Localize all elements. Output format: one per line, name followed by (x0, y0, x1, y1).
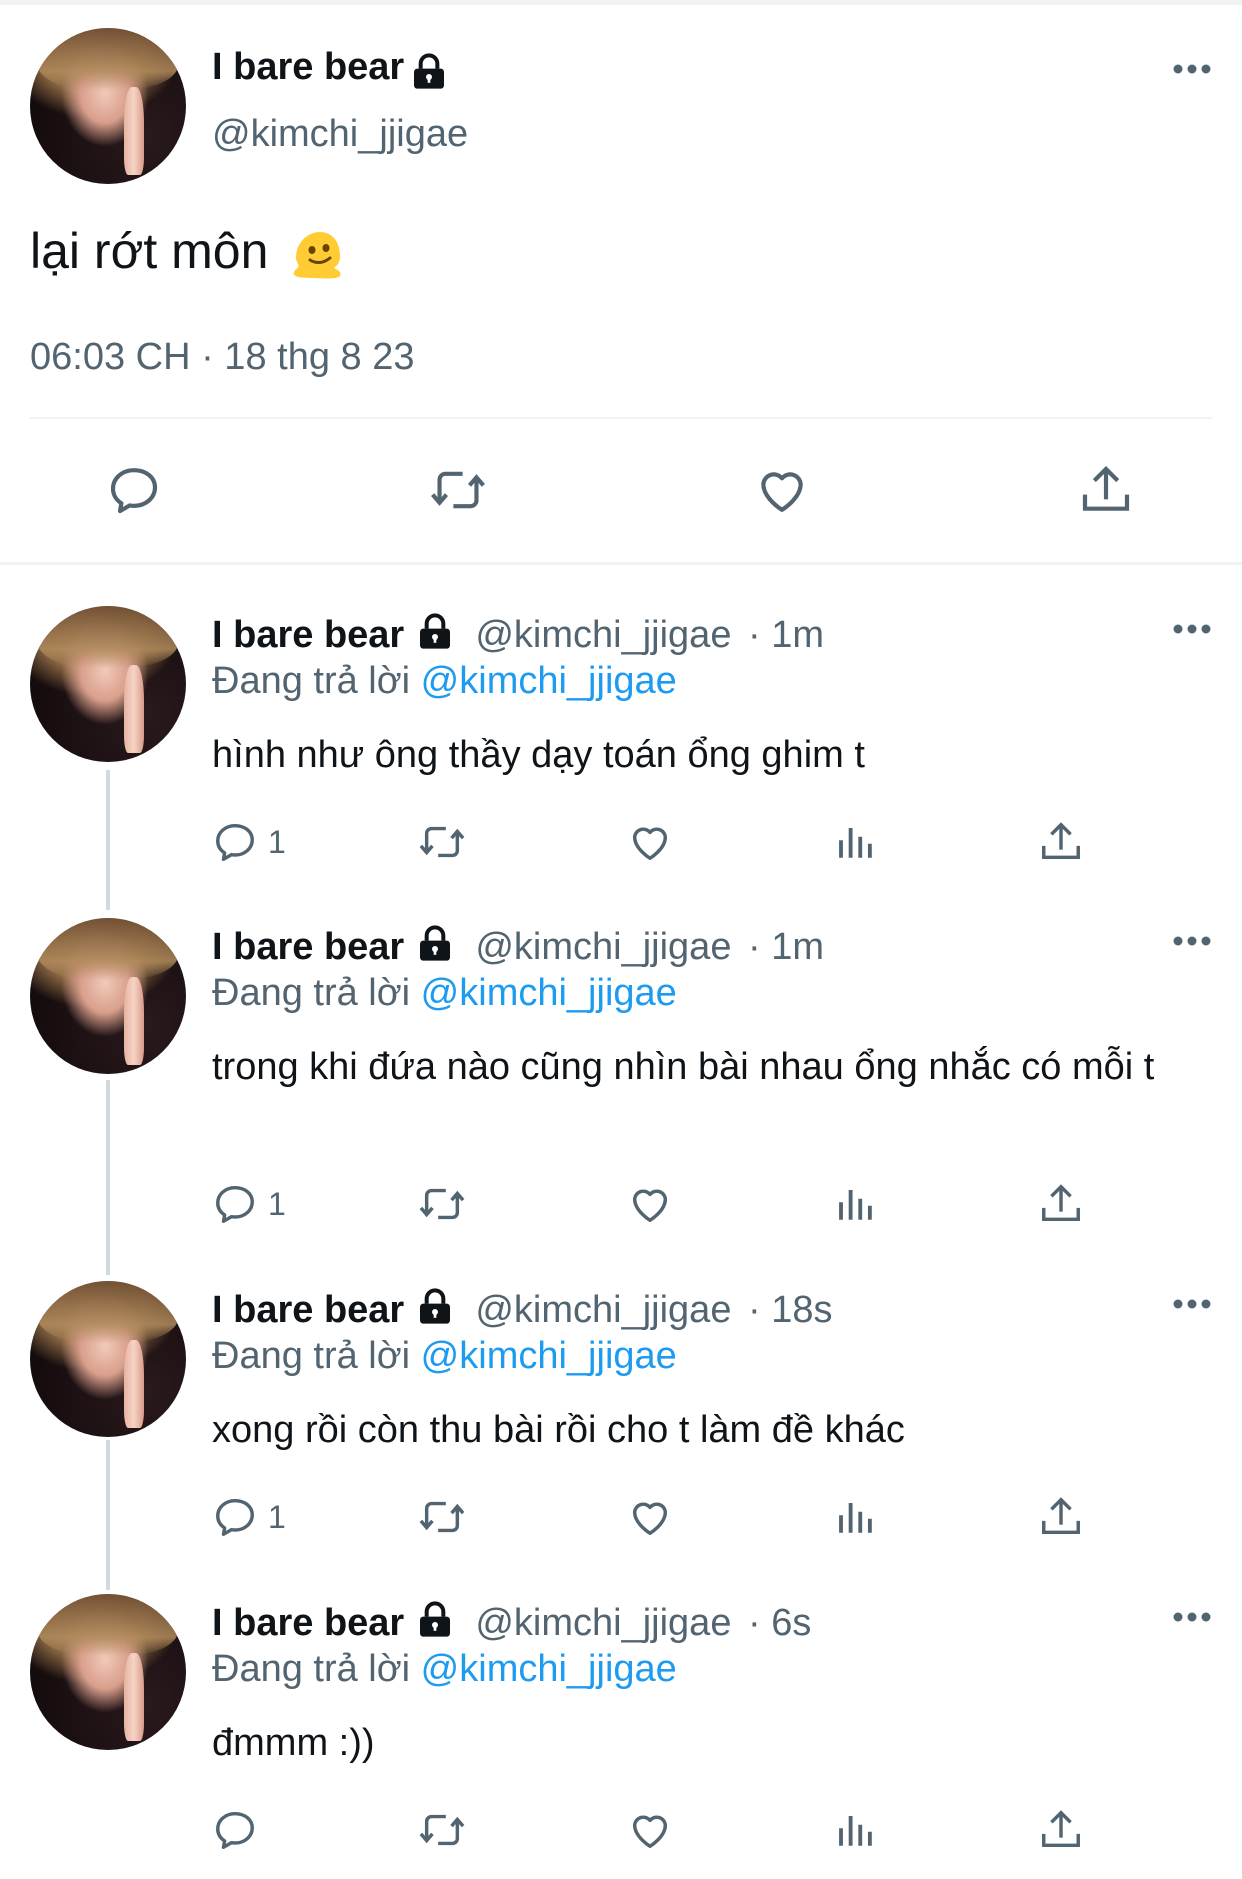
heart-icon[interactable] (626, 1802, 674, 1858)
share-icon[interactable] (1038, 814, 1084, 870)
tweet-text: lại rớt môn (30, 222, 344, 282)
melting-face-emoji (290, 228, 344, 282)
reply-action-bar: 1 (0, 814, 1242, 870)
avatar[interactable] (30, 606, 186, 762)
reply-count: 1 (268, 1185, 286, 1222)
share-icon[interactable] (1038, 1176, 1084, 1232)
reply-text: xong rồi còn thu bài rồi cho t làm đề kh… (212, 1409, 905, 1451)
more-icon[interactable] (1172, 1297, 1212, 1316)
reply-header: I bare bear @kimchi_jjigae · 6s (212, 1600, 811, 1650)
handle[interactable]: @kimchi_jjigae (475, 926, 731, 968)
reply-text: trong khi đứa nào cũng nhìn bài nhau ổng… (212, 1046, 1155, 1088)
reply-button[interactable]: 1 (212, 814, 286, 870)
analytics-icon[interactable] (834, 1802, 876, 1858)
replying-to: Đang trả lời @kimchi_jjigae (212, 1648, 677, 1691)
retweet-icon[interactable] (416, 1802, 468, 1858)
main-author[interactable]: I bare bear (212, 46, 449, 97)
heart-icon[interactable] (626, 1176, 674, 1232)
more-icon[interactable] (1172, 1610, 1212, 1629)
reply-text: hình như ông thầy dạy toán ổng ghim t (212, 734, 865, 776)
display-name[interactable]: I bare bear (212, 1289, 404, 1331)
reply-icon[interactable] (104, 460, 164, 520)
divider (30, 417, 1212, 419)
reply-tweet[interactable]: I bare bear @kimchi_jjigae · 18s Đang tr… (0, 1281, 1242, 1551)
reply-header: I bare bear @kimchi_jjigae · 1m (212, 612, 824, 662)
replying-label: Đang trả lời (212, 660, 411, 702)
mention-link[interactable]: @kimchi_jjigae (421, 1335, 677, 1377)
reply-action-bar: 1 (0, 1176, 1242, 1232)
replying-to: Đang trả lời @kimchi_jjigae (212, 1335, 677, 1378)
reply-icon (216, 1498, 254, 1536)
more-icon[interactable] (1172, 622, 1212, 641)
avatar[interactable] (30, 918, 186, 1074)
more-icon[interactable] (1172, 62, 1212, 81)
handle[interactable]: @kimchi_jjigae (212, 113, 468, 156)
analytics-icon[interactable] (834, 1176, 876, 1232)
reply-time[interactable]: · 6s (748, 1602, 811, 1644)
heart-icon[interactable] (626, 814, 674, 870)
reply-tweet[interactable]: I bare bear @kimchi_jjigae · 1m Đang trả… (0, 606, 1242, 876)
share-icon[interactable] (1038, 1489, 1084, 1545)
replying-label: Đang trả lời (212, 1648, 411, 1690)
reply-header: I bare bear @kimchi_jjigae · 18s (212, 1287, 833, 1337)
reply-time[interactable]: · 1m (748, 926, 824, 968)
share-icon[interactable] (1076, 460, 1136, 520)
lock-icon (415, 612, 455, 662)
reply-button[interactable] (212, 1802, 268, 1858)
reply-button[interactable]: 1 (212, 1489, 286, 1545)
avatar[interactable] (30, 1594, 186, 1750)
reply-text: đmmm :)) (212, 1722, 375, 1764)
handle[interactable]: @kimchi_jjigae (475, 614, 731, 656)
reply-icon (216, 1811, 254, 1849)
display-name[interactable]: I bare bear (212, 926, 404, 968)
reply-time[interactable]: · 18s (748, 1289, 832, 1331)
reply-action-bar: 1 (0, 1489, 1242, 1545)
reply-header: I bare bear @kimchi_jjigae · 1m (212, 924, 824, 974)
reply-button[interactable]: 1 (212, 1176, 286, 1232)
replying-label: Đang trả lời (212, 1335, 411, 1377)
tweet-text-content: lại rớt môn (30, 223, 269, 279)
analytics-icon[interactable] (834, 814, 876, 870)
retweet-icon[interactable] (416, 1176, 468, 1232)
handle[interactable]: @kimchi_jjigae (475, 1289, 731, 1331)
avatar[interactable] (30, 1281, 186, 1437)
reply-tweet[interactable]: I bare bear @kimchi_jjigae · 6s Đang trả… (0, 1594, 1242, 1864)
main-action-bar (0, 460, 1242, 520)
replying-to: Đang trả lời @kimchi_jjigae (212, 660, 677, 703)
more-icon[interactable] (1172, 934, 1212, 953)
reply-tweet[interactable]: I bare bear @kimchi_jjigae · 1m Đang trả… (0, 918, 1242, 1238)
retweet-icon[interactable] (428, 460, 488, 520)
reply-count: 1 (268, 1498, 286, 1535)
display-name[interactable]: I bare bear (212, 46, 404, 88)
heart-icon[interactable] (626, 1489, 674, 1545)
reply-time[interactable]: · 1m (748, 614, 824, 656)
reply-icon (216, 1185, 254, 1223)
analytics-icon[interactable] (834, 1489, 876, 1545)
retweet-icon[interactable] (416, 1489, 468, 1545)
lock-icon (415, 924, 455, 974)
handle[interactable]: @kimchi_jjigae (475, 1602, 731, 1644)
reply-action-bar (0, 1802, 1242, 1858)
replying-to: Đang trả lời @kimchi_jjigae (212, 972, 677, 1015)
avatar[interactable] (30, 28, 186, 184)
tweet-timestamp[interactable]: 06:03 CH · 18 thg 8 23 (30, 336, 414, 379)
share-icon[interactable] (1038, 1802, 1084, 1858)
replying-label: Đang trả lời (212, 972, 411, 1014)
section-divider (0, 562, 1242, 565)
display-name[interactable]: I bare bear (212, 614, 404, 656)
lock-icon (415, 1600, 455, 1650)
mention-link[interactable]: @kimchi_jjigae (421, 972, 677, 1014)
mention-link[interactable]: @kimchi_jjigae (421, 1648, 677, 1690)
mention-link[interactable]: @kimchi_jjigae (421, 660, 677, 702)
lock-icon (415, 1287, 455, 1337)
display-name[interactable]: I bare bear (212, 1602, 404, 1644)
reply-icon (216, 823, 254, 861)
reply-count: 1 (268, 823, 286, 860)
retweet-icon[interactable] (416, 814, 468, 870)
lock-icon (409, 52, 449, 97)
heart-icon[interactable] (752, 460, 812, 520)
main-tweet: I bare bear @kimchi_jjigae lại rớt môn 0… (0, 0, 1242, 560)
